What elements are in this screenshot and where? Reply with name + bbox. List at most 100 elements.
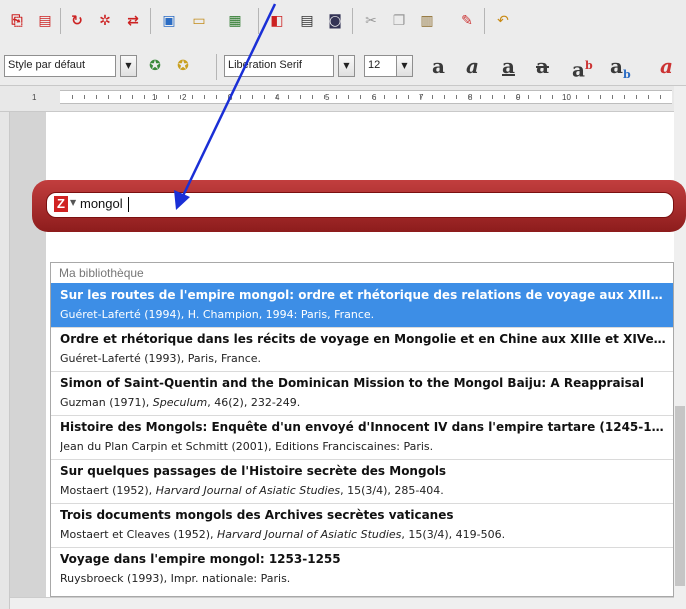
bold-icon[interactable]: a <box>432 54 445 78</box>
citation-result-title: Simon of Saint-Quentin and the Dominican… <box>60 376 645 390</box>
citation-result-details: Jean du Plan Carpin et Schmitt (2001), E… <box>60 440 668 453</box>
citation-result-item[interactable]: Simon of Saint-Quentin and the Dominican… <box>51 371 673 415</box>
zotero-insert-citation-icon[interactable]: ⎘ <box>6 10 28 32</box>
citation-result-details: Guzman (1971), Speculum, 46(2), 232-249. <box>60 396 668 409</box>
ruler-tick <box>444 95 445 99</box>
underline-icon[interactable]: a <box>502 54 515 78</box>
new-style-icon[interactable]: ✪ <box>172 55 194 77</box>
ruler-tick <box>120 95 121 99</box>
ruler-tick <box>300 95 301 99</box>
toolbar-separator <box>150 8 151 34</box>
chevron-down-icon[interactable]: ▼ <box>338 55 355 77</box>
text-cursor <box>128 197 129 212</box>
ruler-tick <box>288 95 289 99</box>
update-style-icon[interactable]: ✪ <box>144 55 166 77</box>
ruler-tick <box>624 95 625 99</box>
horizontal-scrollbar[interactable] <box>10 597 674 609</box>
zotero-refresh-icon[interactable]: ⇄ <box>122 10 144 32</box>
citation-result-item[interactable]: Trois documents mongols des Archives sec… <box>51 503 673 547</box>
citation-result-item[interactable]: Sur quelques passages de l'Histoire secr… <box>51 459 673 503</box>
font-name-combo[interactable]: Liberation Serif <box>224 55 334 77</box>
paragraph-style-combo[interactable]: Style par défaut <box>4 55 116 77</box>
save-icon[interactable]: ▦ <box>224 10 246 32</box>
scrollbar-thumb[interactable] <box>675 406 685 586</box>
citation-author-year: Guzman (1971), <box>60 396 153 409</box>
toolbar-separator <box>216 54 217 80</box>
zotero-insert-bibliography-icon[interactable]: ▤ <box>34 10 56 32</box>
citation-author-year: Guéret-Laferté (1994), H. Champion, 1994… <box>60 308 375 321</box>
print-preview-icon[interactable]: ◙ <box>324 10 346 32</box>
subscript-icon[interactable]: ab <box>610 54 631 81</box>
citation-search-field[interactable] <box>46 192 674 218</box>
ruler-tick <box>540 95 541 99</box>
clear-formatting-icon[interactable]: a <box>660 54 673 78</box>
ruler-tick <box>600 95 601 99</box>
citation-result-details: Guéret-Laferté (1993), Paris, France. <box>60 352 668 365</box>
zotero-edit-icon[interactable]: ↻ <box>66 10 88 32</box>
ruler-tick <box>528 95 529 99</box>
citation-result-details: Mostaert et Cleaves (1952), Harvard Jour… <box>60 528 668 541</box>
pdf-icon[interactable]: ◧ <box>266 10 288 32</box>
horizontal-ruler: 1 1 2 3 4 5 6 7 8 9 10 <box>0 86 686 112</box>
ruler-tick <box>108 95 109 99</box>
strikethrough-icon[interactable]: a <box>536 54 549 78</box>
paste-icon[interactable]: ▥ <box>416 10 438 32</box>
ruler-tick <box>168 95 169 99</box>
citation-result-title: Histoire des Mongols: Enquête d'un envoy… <box>60 420 668 434</box>
chevron-down-icon[interactable]: ▼ <box>70 198 76 207</box>
copy-icon[interactable]: ❐ <box>388 10 410 32</box>
citation-result-item[interactable]: Voyage dans l'empire mongol: 1253-1255 Ru… <box>51 547 673 591</box>
citation-volume-pages: , 15(3/4), 419-506. <box>401 528 506 541</box>
zotero-logo-icon[interactable]: Z <box>54 196 68 212</box>
citation-journal: Speculum <box>152 396 208 409</box>
cut-icon[interactable]: ✂ <box>360 10 382 32</box>
ruler-tick <box>648 95 649 99</box>
italic-icon[interactable]: a <box>466 54 479 78</box>
citation-volume-pages: , 15(3/4), 285-404. <box>340 484 444 497</box>
ruler-tick <box>480 95 481 99</box>
ruler-tick <box>612 95 613 99</box>
citation-author-year: Ruysbroeck (1993), Impr. nationale: Pari… <box>60 572 291 585</box>
ruler-tick <box>468 95 469 99</box>
ruler-tick <box>144 95 145 99</box>
citation-result-title: Trois documents mongols des Archives sec… <box>60 508 454 522</box>
font-size-combo[interactable]: 12 <box>364 55 398 77</box>
ruler-number: 2 <box>182 93 187 102</box>
ruler-number: 5 <box>325 93 330 102</box>
ruler-tick <box>156 95 157 99</box>
toolbar-separator <box>352 8 353 34</box>
chevron-down-icon[interactable]: ▼ <box>120 55 137 77</box>
clone-format-icon[interactable]: ✎ <box>456 10 478 32</box>
citation-author-year: Mostaert et Cleaves (1952), <box>60 528 218 541</box>
citation-result-title: Sur les routes de l'empire mongol: ordre… <box>60 288 668 302</box>
ruler-tick <box>432 95 433 99</box>
citation-result-item[interactable]: Ordre et rhétorique dans les récits de v… <box>51 327 673 371</box>
citation-result-details: Ruysbroeck (1993), Impr. nationale: Pari… <box>60 572 668 585</box>
library-section-header: Ma bibliothèque <box>59 266 144 280</box>
print-icon[interactable]: ▤ <box>296 10 318 32</box>
document-icon[interactable]: ▣ <box>158 10 180 32</box>
toolbar-separator <box>60 8 61 34</box>
citation-result-item[interactable]: Sur les routes de l'empire mongol: ordre… <box>51 283 673 327</box>
vertical-scrollbar[interactable] <box>674 86 686 609</box>
ruler-tick <box>312 95 313 99</box>
zotero-settings-icon[interactable]: ✲ <box>94 10 116 32</box>
open-icon[interactable]: ▭ <box>188 10 210 32</box>
superscript-icon[interactable]: ab <box>572 54 593 82</box>
citation-author-year: Mostaert (1952), <box>60 484 156 497</box>
ruler-track[interactable]: 1 1 2 3 4 5 6 7 8 9 10 <box>32 90 672 104</box>
chevron-down-icon[interactable]: ▼ <box>396 55 413 77</box>
toolbar-separator <box>258 8 259 34</box>
citation-result-details: Mostaert (1952), Harvard Journal of Asia… <box>60 484 668 497</box>
citation-results-list: Ma bibliothèque Sur les routes de l'empi… <box>50 262 674 597</box>
citation-author-year: Jean du Plan Carpin et Schmitt (2001), E… <box>60 440 434 453</box>
undo-icon[interactable]: ↶ <box>492 10 514 32</box>
ruler-tick <box>660 95 661 99</box>
ruler-tick <box>564 95 565 99</box>
ruler-tick <box>132 95 133 99</box>
toolbar-separator <box>484 8 485 34</box>
citation-result-title: Voyage dans l'empire mongol: 1253-1255 <box>60 552 341 566</box>
citation-search-text[interactable]: mongol <box>80 196 123 211</box>
citation-result-item[interactable]: Histoire des Mongols: Enquête d'un envoy… <box>51 415 673 459</box>
vertical-ruler <box>0 112 10 609</box>
